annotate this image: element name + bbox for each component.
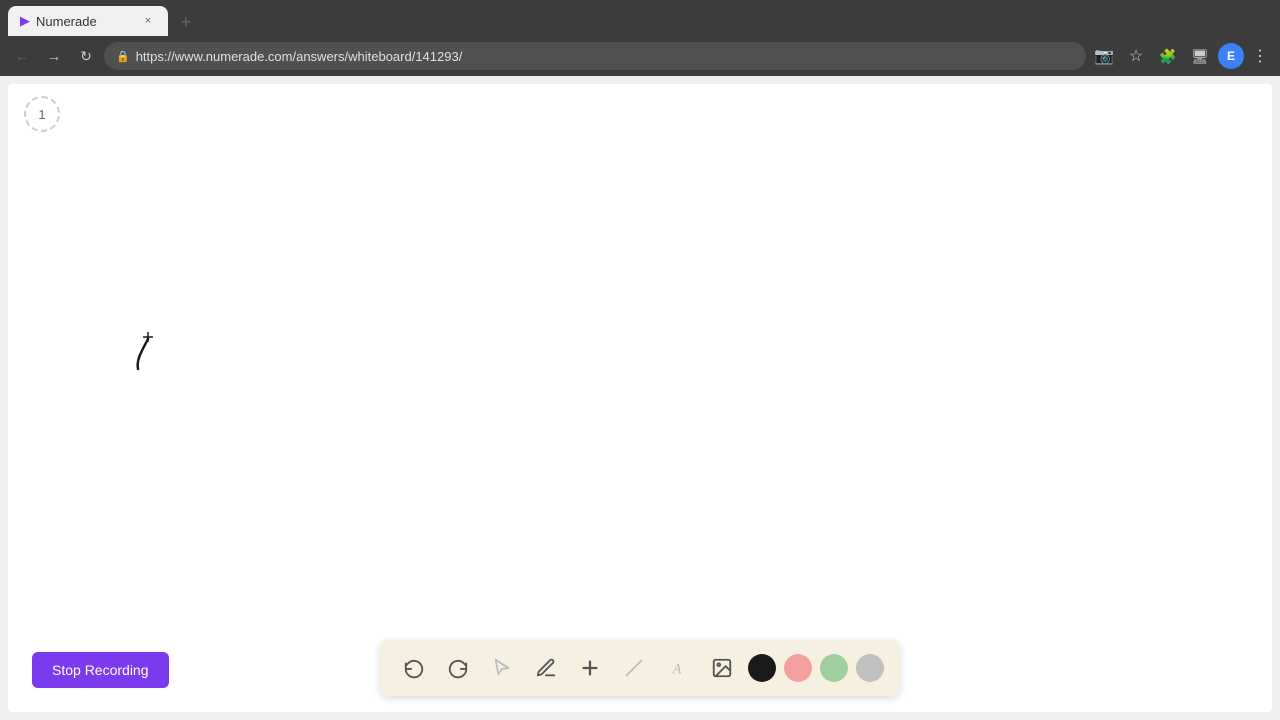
color-pink[interactable] — [784, 654, 812, 682]
whiteboard[interactable]: 1 Stop Recording — [8, 84, 1272, 712]
back-button[interactable]: ← — [8, 42, 36, 70]
active-tab[interactable]: ▶ Numerade × — [8, 6, 168, 36]
color-green[interactable] — [820, 654, 848, 682]
more-button[interactable]: ⋮ — [1248, 42, 1272, 70]
redo-button[interactable] — [440, 650, 476, 686]
color-black[interactable] — [748, 654, 776, 682]
select-tool-button[interactable] — [484, 650, 520, 686]
browser-frame: ▶ Numerade × + ← → ↻ 🔒 https://www.numer… — [0, 0, 1280, 720]
drawing-toolbar: A — [380, 640, 900, 696]
new-tab-button[interactable]: + — [172, 8, 200, 36]
tab-bar: ▶ Numerade × + — [0, 0, 1280, 36]
stop-recording-button[interactable]: Stop Recording — [32, 652, 169, 688]
display-button[interactable]: 🖥 — [1186, 42, 1214, 70]
profile-button[interactable]: E — [1218, 43, 1244, 69]
address-bar[interactable]: 🔒 https://www.numerade.com/answers/white… — [104, 42, 1086, 70]
extensions-button[interactable]: 🧩 — [1154, 42, 1182, 70]
eraser-tool-button[interactable] — [616, 650, 652, 686]
toolbar-actions: 📷 ☆ 🧩 🖥 E ⋮ — [1090, 42, 1272, 70]
cast-button[interactable]: 📷 — [1090, 42, 1118, 70]
forward-button[interactable]: → — [40, 42, 68, 70]
pen-tool-button[interactable] — [528, 650, 564, 686]
lock-icon: 🔒 — [116, 50, 130, 63]
content-area: 1 Stop Recording — [0, 76, 1280, 720]
svg-text:A: A — [672, 662, 682, 678]
address-text: https://www.numerade.com/answers/whitebo… — [136, 49, 1074, 64]
bookmark-button[interactable]: ☆ — [1122, 42, 1150, 70]
drawing-canvas — [8, 84, 1272, 712]
tab-favicon: ▶ — [20, 13, 30, 29]
tab-close-button[interactable]: × — [140, 13, 156, 29]
color-gray[interactable] — [856, 654, 884, 682]
refresh-button[interactable]: ↻ — [72, 42, 100, 70]
undo-button[interactable] — [396, 650, 432, 686]
text-tool-button[interactable]: A — [660, 650, 696, 686]
tab-title: Numerade — [36, 14, 97, 29]
image-tool-button[interactable] — [704, 650, 740, 686]
browser-toolbar: ← → ↻ 🔒 https://www.numerade.com/answers… — [0, 36, 1280, 76]
add-element-button[interactable] — [572, 650, 608, 686]
